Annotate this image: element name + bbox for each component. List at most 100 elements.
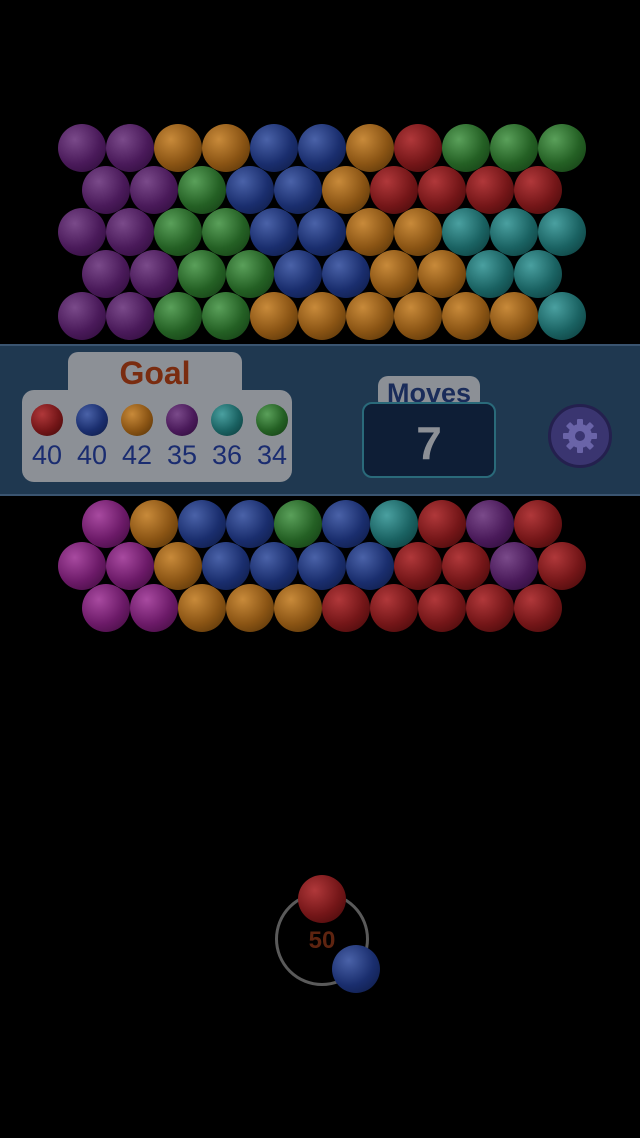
bubble-green <box>202 208 250 256</box>
bubble-blue <box>250 124 298 172</box>
bubble-purple <box>58 124 106 172</box>
bubble-orange <box>394 208 442 256</box>
goal-orange-count: 42 <box>121 440 153 470</box>
bubble-blue <box>250 542 298 590</box>
bubble-blue <box>226 500 274 548</box>
goal-green-count: 34 <box>256 440 288 470</box>
bubble-teal <box>370 500 418 548</box>
bubble-blue <box>346 542 394 590</box>
bubble-orange <box>346 292 394 340</box>
bubble-orange <box>178 584 226 632</box>
moves-counter: 7 <box>362 402 496 478</box>
bubble-red <box>418 500 466 548</box>
bubble-teal <box>490 208 538 256</box>
bubble-blue <box>274 166 322 214</box>
bubble-green <box>154 208 202 256</box>
bubble-red <box>418 166 466 214</box>
bubble-red <box>538 542 586 590</box>
bubble-orange <box>154 542 202 590</box>
bubble-orange <box>250 292 298 340</box>
bubble-green <box>202 292 250 340</box>
bubble-green <box>178 166 226 214</box>
bubble-teal <box>538 292 586 340</box>
goal-blue-ball <box>76 404 108 436</box>
goal-red-count: 40 <box>31 440 63 470</box>
bubble-orange <box>346 208 394 256</box>
bubble-green <box>442 124 490 172</box>
bubble-blue <box>202 542 250 590</box>
current-bubble[interactable] <box>298 875 346 923</box>
bubble-green <box>226 250 274 298</box>
bubble-purple <box>106 124 154 172</box>
bubble-orange <box>226 584 274 632</box>
bubble-blue <box>250 208 298 256</box>
bubble-red <box>466 166 514 214</box>
goal-teal-count: 36 <box>211 440 243 470</box>
bubble-red <box>514 500 562 548</box>
bubble-purple <box>106 292 154 340</box>
bubble-teal <box>466 250 514 298</box>
bubble-purple <box>130 250 178 298</box>
bubble-magenta <box>82 500 130 548</box>
bubble-teal <box>538 208 586 256</box>
next-bubble[interactable] <box>332 945 380 993</box>
goal-purple-ball <box>166 404 198 436</box>
bubble-orange <box>490 292 538 340</box>
bubble-blue <box>298 208 346 256</box>
bubble-blue <box>226 166 274 214</box>
bubble-blue <box>178 500 226 548</box>
bubble-purple <box>82 166 130 214</box>
goal-orange-ball <box>121 404 153 436</box>
bubble-magenta <box>58 542 106 590</box>
moves-value: 7 <box>416 417 442 469</box>
bubble-orange <box>370 250 418 298</box>
bubble-red <box>370 584 418 632</box>
bubble-orange <box>394 292 442 340</box>
settings-button[interactable] <box>548 404 612 468</box>
bubble-red <box>394 542 442 590</box>
goal-purple-count: 35 <box>166 440 198 470</box>
goal-tab: Goal <box>68 352 242 394</box>
bubble-magenta <box>130 584 178 632</box>
bubble-teal <box>514 250 562 298</box>
bubble-green <box>490 124 538 172</box>
bubble-purple <box>130 166 178 214</box>
goal-teal-ball <box>211 404 243 436</box>
bubble-purple <box>58 208 106 256</box>
bubble-orange <box>274 584 322 632</box>
goal-green-ball <box>256 404 288 436</box>
bubble-orange <box>202 124 250 172</box>
bubble-red <box>466 584 514 632</box>
bubble-green <box>178 250 226 298</box>
bubble-purple <box>466 500 514 548</box>
goal-title: Goal <box>119 355 191 391</box>
bubble-orange <box>346 124 394 172</box>
bubble-orange <box>322 166 370 214</box>
goal-blue-count: 40 <box>76 440 108 470</box>
bubble-orange <box>418 250 466 298</box>
bubble-red <box>418 584 466 632</box>
bubble-red <box>514 584 562 632</box>
bubble-orange <box>130 500 178 548</box>
bubble-purple <box>106 208 154 256</box>
bubble-red <box>442 542 490 590</box>
bubble-orange <box>298 292 346 340</box>
bubble-blue <box>298 542 346 590</box>
bubble-purple <box>490 542 538 590</box>
bubble-teal <box>442 208 490 256</box>
bubble-red <box>370 166 418 214</box>
bubble-blue <box>322 500 370 548</box>
bubble-magenta <box>82 584 130 632</box>
bubble-green <box>538 124 586 172</box>
goal-panel: 40 40 42 35 36 34 <box>22 390 292 482</box>
bubble-purple <box>58 292 106 340</box>
bubble-red <box>394 124 442 172</box>
bubble-red <box>322 584 370 632</box>
goal-red-ball <box>31 404 63 436</box>
bubble-green <box>154 292 202 340</box>
bubble-magenta <box>106 542 154 590</box>
bubble-blue <box>274 250 322 298</box>
bubble-orange <box>154 124 202 172</box>
bubble-blue <box>298 124 346 172</box>
bubble-orange <box>442 292 490 340</box>
